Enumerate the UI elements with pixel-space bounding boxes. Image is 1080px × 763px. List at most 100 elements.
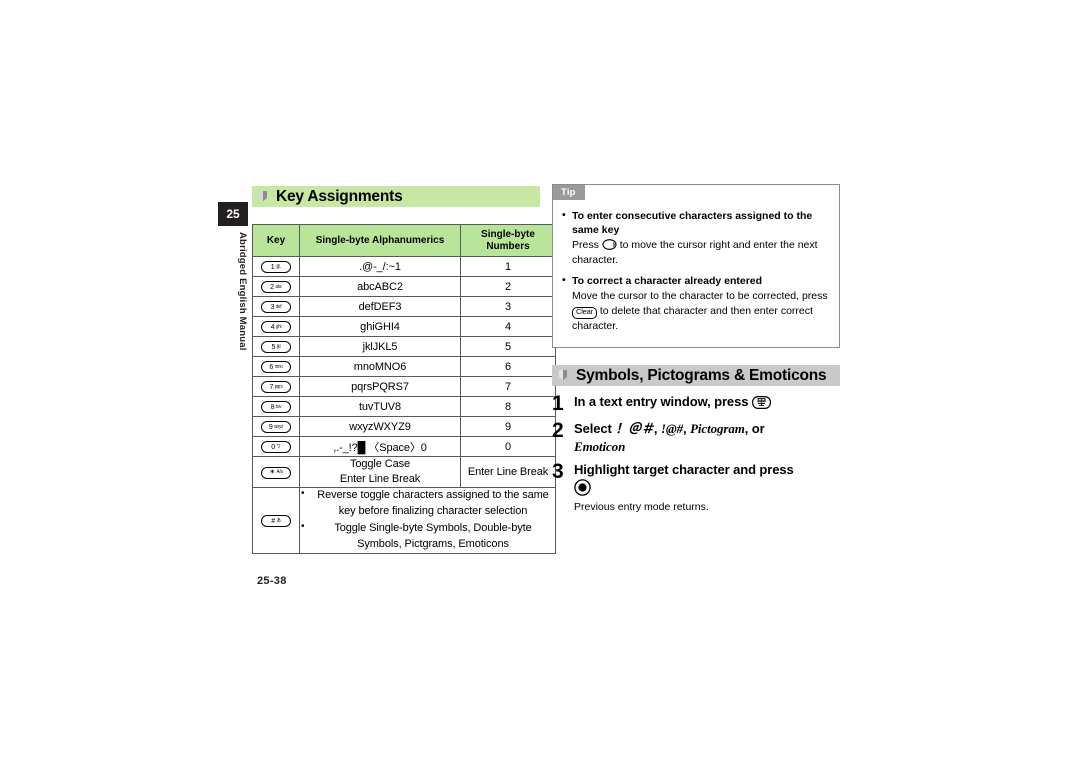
table-row-star: ✶ A/a Toggle Case Enter Line Break Enter… — [252, 456, 556, 488]
key-cell: 8 tuv — [252, 396, 300, 417]
keypad-7-icon: 7 pqrs — [261, 381, 291, 394]
alphanumerics-cell: ,.-_!?█ 〈Space〉0 — [299, 436, 461, 457]
numbers-cell: 1 — [460, 256, 556, 277]
direction-key-icon — [602, 239, 617, 250]
clear-key-icon: Clear — [572, 306, 597, 319]
flag-icon — [258, 190, 269, 203]
tip-body: To enter consecutive characters assigned… — [553, 185, 839, 349]
table-row: 5 jkl jklJKL5 5 — [252, 336, 556, 357]
tip-label: Tip — [553, 185, 585, 200]
numbers-cell: 4 — [460, 316, 556, 337]
numbers-cell: 0 — [460, 436, 556, 457]
key-cell: 6 mno — [252, 356, 300, 377]
column-header-key: Key — [252, 224, 300, 257]
table-row: 4 ghi ghiGHI4 4 — [252, 316, 556, 337]
step-number: 1 — [552, 392, 564, 415]
key-cell: 3 def — [252, 296, 300, 317]
key-cell: 4 ghi — [252, 316, 300, 337]
table-header-row: Key Single-byte Alphanumerics Single-byt… — [252, 224, 556, 257]
option-separator: , — [653, 421, 658, 436]
key-cell: # あ — [252, 486, 300, 555]
alphanumerics-cell: abcABC2 — [299, 276, 461, 297]
step-3: 3 Highlight target character and press — [552, 460, 844, 496]
option-separator: , — [683, 421, 687, 436]
alphanumerics-cell: mnoMNO6 — [299, 356, 461, 377]
keypad-8-icon: 8 tuv — [261, 401, 291, 414]
section-title: Key Assignments — [276, 187, 403, 205]
step-1: 1 In a text entry window, press — [552, 392, 844, 414]
numbers-cell: 7 — [460, 376, 556, 397]
option-conjunction: , or — [744, 421, 765, 436]
tip-text-before: Move the cursor to the character to be c… — [572, 289, 828, 302]
chapter-tab: 25 Abridged English Manual — [218, 202, 248, 372]
tip-text-after: to delete that character and then enter … — [572, 305, 813, 333]
table-row: 7 pqrs pqrsPQRS7 7 — [252, 376, 556, 397]
alphanumerics-cell: jklJKL5 — [299, 336, 461, 357]
numbers-cell: 3 — [460, 296, 556, 317]
table-body: 1 @. .@-_/:~1 1 2 abc abcABC2 2 3 def de… — [252, 256, 556, 555]
step-number: 2 — [552, 419, 564, 442]
step-text-before: In a text entry window, press — [574, 394, 749, 409]
manual-page: 25 Abridged English Manual 25-38 Key Ass… — [0, 0, 1080, 763]
table-row-hash: # あ Reverse toggle characters assigned t… — [252, 486, 556, 555]
step-text-before: Select — [574, 421, 612, 436]
tip-text: Press to move the cursor right and enter… — [562, 238, 829, 268]
table-row: 2 abc abcABC2 2 — [252, 276, 556, 297]
section-header-symbols: Symbols, Pictograms & Emoticons — [552, 365, 840, 386]
numbers-cell: 9 — [460, 416, 556, 437]
tip-heading: To enter consecutive characters assigned… — [562, 208, 829, 238]
key-cell: 1 @. — [252, 256, 300, 277]
keypad-1-icon: 1 @. — [261, 261, 291, 274]
step-text: Highlight target character and press — [574, 460, 794, 496]
key-cell: ✶ A/a — [252, 456, 300, 488]
step-number: 3 — [552, 460, 564, 484]
keypad-star-icon: ✶ A/a — [261, 466, 291, 479]
option-emoticon: Emoticon — [574, 438, 626, 454]
step-note: Previous entry mode returns. — [574, 501, 709, 514]
chapter-label: Abridged English Manual — [237, 232, 248, 351]
tip-item: To correct a character already entered M… — [562, 273, 829, 335]
step-text: Select ！＠＃, !@#, Pictogram, or Emoticon — [574, 419, 765, 455]
table-row: 9 wxyz wxyzWXYZ9 9 — [252, 416, 556, 437]
alphanumerics-cell: .@-_/:~1 — [299, 256, 461, 277]
chapter-number: 25 — [218, 202, 248, 226]
key-cell: 2 abc — [252, 276, 300, 297]
keypad-0-icon: 0 ワ — [261, 441, 291, 454]
tip-box: Tip To enter consecutive characters assi… — [552, 184, 840, 348]
enter-line-break-label: Enter Line Break — [339, 472, 421, 485]
keypad-6-icon: 6 mno — [261, 361, 291, 374]
table-row: 1 @. .@-_/:~1 1 — [252, 256, 556, 277]
keypad-hash-icon: # あ — [261, 515, 291, 528]
alphanumerics-cell: tuvTUV8 — [299, 396, 461, 417]
toggle-case-label: Toggle Case — [349, 458, 411, 470]
hash-description-cell: Reverse toggle characters assigned to th… — [299, 486, 556, 555]
keypad-2-icon: 2 abc — [261, 281, 291, 294]
table-row: 0 ワ ,.-_!?█ 〈Space〉0 0 — [252, 436, 556, 457]
numbers-cell: 2 — [460, 276, 556, 297]
key-cell: 0 ワ — [252, 436, 300, 457]
table-row: 3 def defDEF3 3 — [252, 296, 556, 317]
key-cell: 9 wxyz — [252, 416, 300, 437]
tip-heading: To correct a character already entered — [562, 273, 829, 288]
alphanumerics-cell: ghiGHI4 — [299, 316, 461, 337]
hash-bullet: Reverse toggle characters assigned to th… — [301, 487, 555, 520]
keypad-3-icon: 3 def — [261, 301, 291, 314]
key-cell: 5 jkl — [252, 336, 300, 357]
column-header-numbers-line1: Single-byte — [481, 229, 535, 240]
section-header-key-assignments: Key Assignments — [252, 186, 540, 207]
center-select-key-icon — [574, 478, 591, 496]
alphanumerics-cell: Toggle Case Enter Line Break — [299, 456, 461, 488]
option-fullwidth-symbols: ！＠＃ — [615, 421, 654, 436]
key-assignments-table: Key Single-byte Alphanumerics Single-byt… — [252, 224, 556, 555]
keypad-5-icon: 5 jkl — [261, 341, 291, 354]
alphanumerics-cell: pqrsPQRS7 — [299, 376, 461, 397]
tip-text: Move the cursor to the character to be c… — [562, 289, 829, 335]
alphanumerics-cell: defDEF3 — [299, 296, 461, 317]
column-header-numbers: Single-byte Numbers — [460, 224, 556, 257]
alphanumerics-cell: wxyzWXYZ9 — [299, 416, 461, 437]
page-number: 25-38 — [257, 575, 287, 587]
keypad-4-icon: 4 ghi — [261, 321, 291, 334]
numbers-cell: 6 — [460, 356, 556, 377]
table-row: 8 tuv tuvTUV8 8 — [252, 396, 556, 417]
numbers-cell: 8 — [460, 396, 556, 417]
